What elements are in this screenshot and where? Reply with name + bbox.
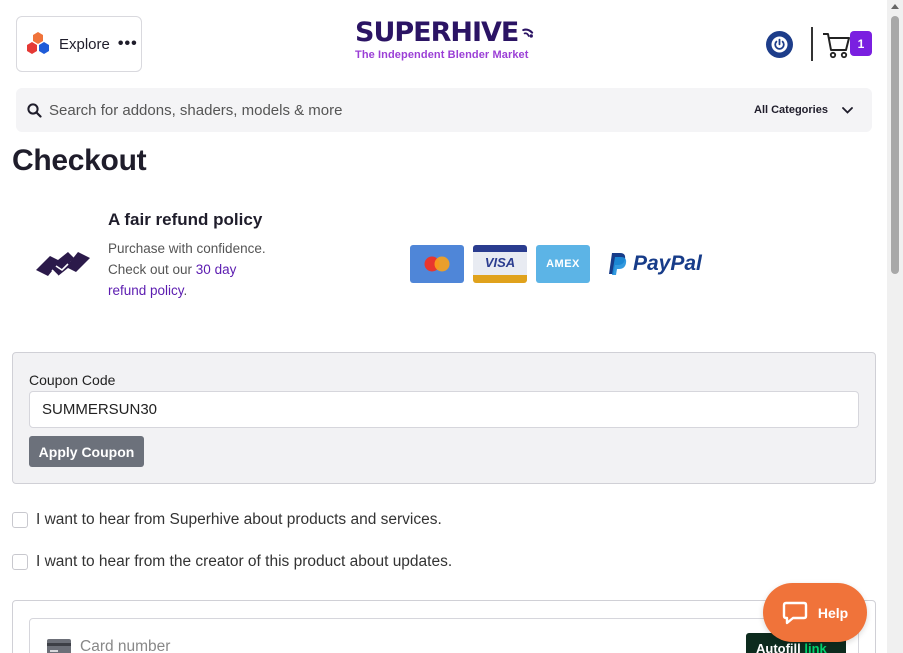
chevron-down-icon [842,106,853,114]
superhive-logo[interactable]: SUPERHIVE The Independent Blender Market [355,15,535,67]
visa-text: VISA [484,255,516,270]
header-divider [811,27,813,61]
card-number-placeholder: Card number [80,638,171,653]
coupon-input[interactable] [29,391,859,428]
consent-superhive-checkbox[interactable] [12,512,28,528]
search-icon [27,103,42,118]
help-button[interactable]: Help [763,583,867,642]
consent-creator-checkbox[interactable] [12,554,28,570]
mastercard-icon [410,245,464,283]
scroll-up-arrow-icon[interactable] [891,4,899,9]
consent-creator-label: I want to hear from the creator of this … [36,553,453,570]
refund-text-end: . [183,283,188,298]
category-select[interactable]: All Categories [754,88,853,132]
consent-creator-row[interactable]: I want to hear from the creator of this … [12,553,452,571]
search-input[interactable] [48,88,728,132]
more-dots-icon: ••• [117,35,138,52]
coupon-section: Coupon Code Apply Coupon [12,352,876,484]
search-bar: All Categories [16,88,872,132]
credit-card-icon [47,639,71,653]
visa-icon: VISA [473,245,527,283]
refund-title: A fair refund policy [108,210,263,229]
link-text: link [804,641,827,653]
explore-button[interactable]: Explore ••• [16,16,142,72]
payment-methods: VISA AMEX PayPal [410,245,702,283]
refund-text-line1: Purchase with confidence. [108,241,266,256]
apply-coupon-button[interactable]: Apply Coupon [29,436,144,467]
scrollbar-thumb[interactable] [891,16,899,274]
help-label: Help [817,604,849,621]
amex-icon: AMEX [536,245,590,283]
amex-text: AMEX [546,258,580,270]
refund-text: Purchase with confidence. Check out our … [108,238,268,301]
handshake-icon [36,252,90,277]
account-button[interactable] [766,31,793,58]
chat-bubble-icon [782,601,808,624]
logo-brand: SUPERHIVE [355,17,519,48]
consent-superhive-label: I want to hear from Superhive about prod… [36,511,442,528]
consent-superhive-row[interactable]: I want to hear from Superhive about prod… [12,511,442,529]
payment-section: Card number Autofill link [12,600,876,653]
paypal-text: PayPal [633,252,702,275]
cart-icon[interactable] [822,30,852,60]
hexagons-icon [27,32,49,54]
explore-label: Explore [59,35,110,53]
power-icon [771,36,788,53]
logo-tagline: The Independent Blender Market [355,49,529,61]
autofill-label: Autofill [756,641,801,653]
coupon-label: Coupon Code [29,372,116,388]
paypal-icon: PayPal [608,252,702,276]
card-number-field[interactable]: Card number Autofill link [29,618,859,653]
bee-mark-icon [522,28,534,38]
category-selected: All Categories [754,104,828,116]
cart-count-badge: 1 [850,31,872,56]
page-title: Checkout [12,144,147,177]
refund-text-line2: Check out our [108,262,196,277]
